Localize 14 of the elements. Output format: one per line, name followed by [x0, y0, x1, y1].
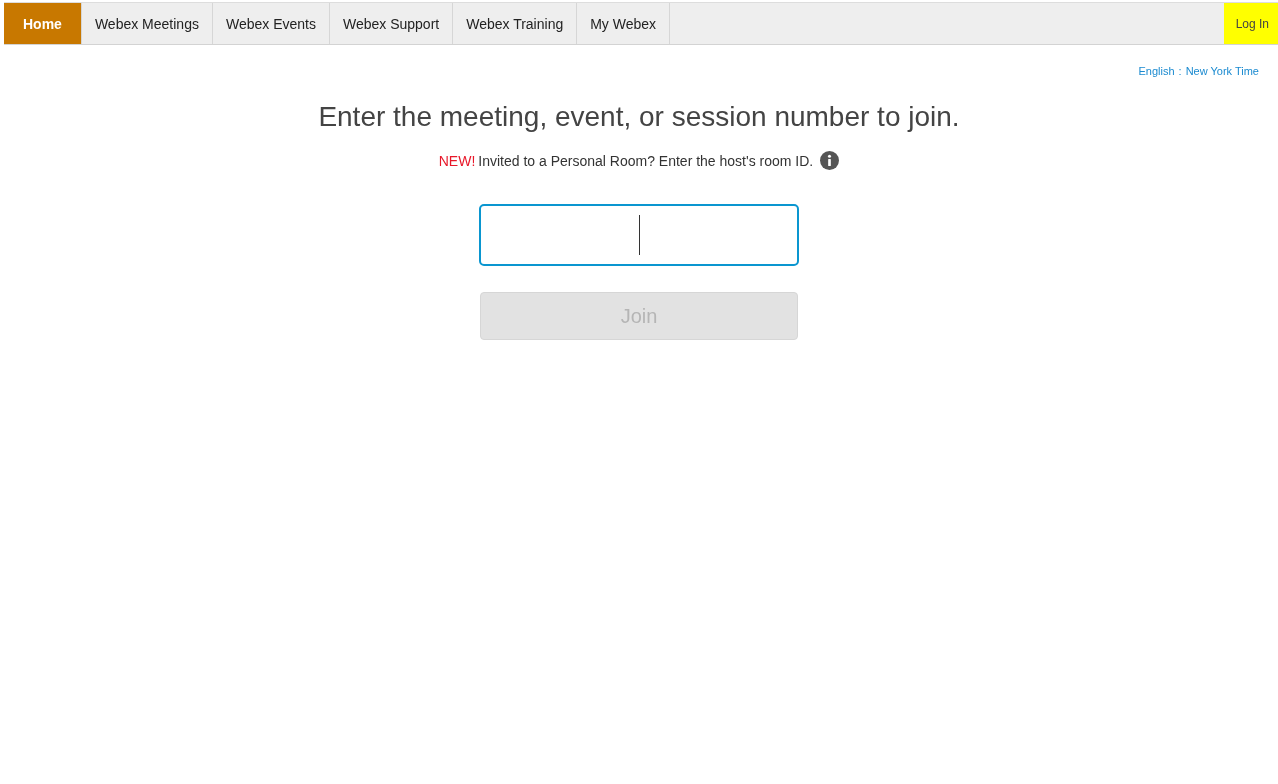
nav-tab[interactable]: Webex Meetings — [81, 3, 213, 44]
nav-tab[interactable]: My Webex — [577, 3, 671, 44]
login-link[interactable]: Log In — [1223, 3, 1278, 44]
language-link[interactable]: English — [1138, 65, 1175, 77]
nav-tab[interactable]: Webex Events — [212, 3, 330, 44]
notice-text: Invited to a Personal Room? Enter the host's room ID. — [478, 152, 814, 169]
meeting-number-field[interactable] — [479, 204, 799, 266]
join-heading: Enter the meeting, event, or session number to join. — [318, 101, 960, 133]
new-label: NEW! — [438, 152, 476, 169]
nav-tab[interactable]: Webex Support — [329, 3, 454, 44]
timezone-link[interactable]: New York Time — [1185, 65, 1259, 77]
info-icon[interactable] — [820, 151, 840, 170]
nav-tab[interactable]: Webex Training — [453, 3, 578, 44]
separator: : — [1178, 65, 1182, 77]
